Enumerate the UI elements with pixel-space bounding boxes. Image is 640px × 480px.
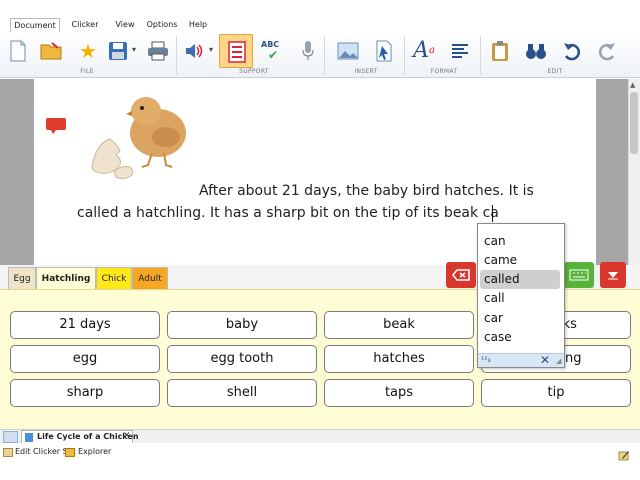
delete-word-button[interactable] [446,262,476,288]
document-tab[interactable]: Life Cycle of a Chicken ✕ [21,430,139,444]
menu-tab-options[interactable]: Options [144,18,180,32]
chevron-down-icon [608,272,618,280]
word-prediction-popup: can came called call car case ¹²₃ ✕ ◢ [477,223,565,368]
ribbon-group-label-file: FILE [80,68,94,75]
menu-tab-document[interactable]: Document [10,18,60,32]
document-text-line: called a hatchling. It has a sharp bit o… [77,205,499,221]
prediction-item[interactable]: call [480,289,560,308]
prediction-item[interactable]: case [480,328,560,347]
document-icon [25,433,33,442]
text-cursor [492,205,493,222]
clicker-cell[interactable]: baby [167,311,317,339]
open-folder-icon[interactable] [40,39,64,63]
clicker-cell[interactable]: tip [481,379,631,407]
ribbon-separator [176,36,177,74]
clicker-tab-chick[interactable]: Chick [96,267,132,289]
close-icon[interactable]: ✕ [123,431,131,441]
chevron-down-icon[interactable]: ▾ [209,45,213,54]
new-document-icon[interactable] [6,39,30,63]
clipboard-icon[interactable] [488,39,512,63]
binoculars-icon[interactable] [524,39,548,63]
edit-clicker-icon [3,448,13,457]
document-tab-bar: Life Cycle of a Chicken ✕ [0,429,640,444]
close-clicker-button[interactable] [600,262,626,288]
clicker-cell[interactable]: egg tooth [167,345,317,373]
clicker-cell[interactable]: taps [324,379,474,407]
microphone-icon[interactable] [296,39,320,63]
ribbon-separator [480,36,481,74]
clicker-cell[interactable]: beak [324,311,474,339]
prediction-item-selected[interactable]: called [480,270,560,289]
window-bottom [0,463,640,480]
clicker-cell[interactable]: sharp [10,379,160,407]
printer-icon[interactable] [146,39,170,63]
star-icon[interactable]: ★ [76,39,100,63]
ribbon-group-label-support: SUPPORT [239,68,269,75]
menu-bar: Document Clicker Set View Options Help [0,18,640,43]
prediction-item[interactable]: came [480,251,560,270]
prediction-item[interactable]: can [480,232,560,251]
clicker-cell[interactable]: 21 days [10,311,160,339]
font-style-icon[interactable]: Aa [412,39,436,63]
ribbon-group-label-insert: INSERT [354,68,378,75]
ribbon-toolbar: ★ ▾ ▾ ABC ✔ Aa FILE SUPPORT INSERT FORMA… [0,32,640,78]
insert-pointer-icon[interactable] [372,39,396,63]
align-text-icon[interactable] [448,39,472,63]
clicker-tab-adult[interactable]: Adult [132,267,168,289]
resize-grip-icon[interactable]: ◢ [556,357,561,365]
ribbon-separator [324,36,325,74]
clicker-tab-hatchling[interactable]: Hatchling [36,267,96,289]
clicker-cell[interactable]: egg [10,345,160,373]
ribbon-group-label-edit: EDIT [547,68,563,75]
new-tab-icon[interactable] [3,431,18,443]
chick-hatching-picture[interactable] [88,91,198,195]
speaker-icon[interactable] [182,39,206,63]
clicker-cell[interactable]: shell [167,379,317,407]
ribbon-separator [404,36,405,74]
word-prediction-icon [228,41,246,67]
keyboard-button[interactable] [564,262,594,288]
backspace-icon [452,269,470,281]
numbers-icon[interactable]: ¹²₃ [481,355,491,364]
menu-tab-clicker-set[interactable]: Clicker Set [64,18,106,43]
clicker-cell[interactable]: hatches [324,345,474,373]
document-gutter-right [596,79,628,265]
redo-icon[interactable] [595,39,619,63]
save-disk-icon[interactable] [106,39,130,63]
keyboard-icon [569,269,589,281]
undo-icon[interactable] [560,39,584,63]
menu-tab-view[interactable]: View [112,18,138,32]
scrollbar-thumb[interactable] [630,92,638,154]
explorer-folder-icon [65,448,75,457]
clicker-tab-egg[interactable]: Egg [8,267,36,289]
close-icon[interactable]: ✕ [540,353,550,367]
spellcheck-icon[interactable]: ABC ✔ [260,39,286,63]
ribbon-group-label-format: FORMAT [430,68,458,75]
menu-tab-help[interactable]: Help [186,18,210,32]
chevron-down-icon[interactable]: ▾ [132,45,136,54]
document-text-line: After about 21 days, the baby bird hatch… [199,183,534,199]
document-gutter-left [0,79,34,265]
speech-bubble-icon[interactable] [45,117,67,139]
explorer-link[interactable]: Explorer [78,447,111,456]
prediction-item[interactable]: car [480,309,560,328]
prediction-footer: ¹²₃ ✕ ◢ [478,353,564,367]
insert-picture-icon[interactable] [336,39,360,63]
scroll-up-icon[interactable]: ▲ [630,81,635,89]
word-prediction-button[interactable] [219,34,253,68]
status-bar: Edit Clicker Set Explorer [0,443,640,463]
